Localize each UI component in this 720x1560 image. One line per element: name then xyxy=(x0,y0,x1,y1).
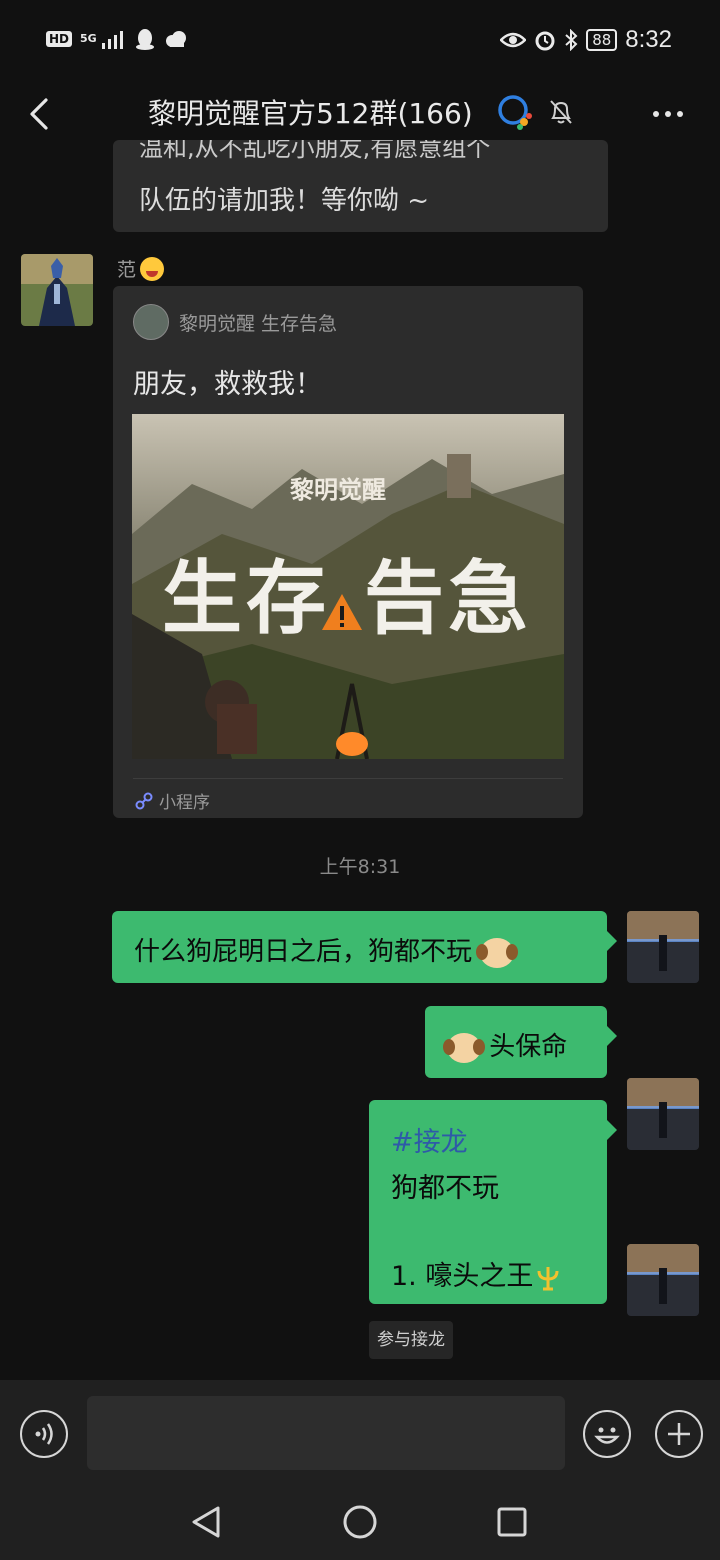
sender-name-text: 范 xyxy=(117,259,137,281)
message-text: 温和,从不乱吃小朋友,有愿意组个 xyxy=(139,140,491,162)
avatar[interactable] xyxy=(627,1244,699,1316)
mini-program-footer: 小程序 xyxy=(135,788,210,813)
network-type: 5G xyxy=(80,32,97,45)
avatar[interactable] xyxy=(21,254,93,326)
nav-home-icon[interactable] xyxy=(342,1504,378,1540)
sender-avatar-image xyxy=(21,254,93,326)
mini-program-name: 黎明觉醒 生存告急 xyxy=(179,312,338,335)
mini-program-message: 朋友，救救我！ xyxy=(133,369,322,400)
mini-program-header: 黎明觉醒 生存告急 xyxy=(133,304,337,340)
msg1-text: 什么狗屁明日之后，狗都不玩 xyxy=(134,937,473,967)
nav-back-icon[interactable] xyxy=(190,1504,224,1540)
message-bubble-received[interactable]: 温和,从不乱吃小朋友,有愿意组个 队伍的请加我！等你呦 ~ xyxy=(113,140,608,232)
timestamp: 上午8:31 xyxy=(319,856,401,878)
nav-recents-icon[interactable] xyxy=(496,1506,528,1538)
status-right: 88 8:32 xyxy=(500,26,672,54)
emoji-button[interactable] xyxy=(583,1410,631,1458)
card-divider xyxy=(133,778,563,779)
tongue-emoji-icon xyxy=(140,256,165,281)
dog-emoji-icon xyxy=(476,937,519,968)
mini-program-cover-image: 黎明觉醒 生存 告急 xyxy=(132,414,564,759)
cover-brand-text: 黎明觉醒 xyxy=(290,476,386,504)
chain-message-bubble[interactable]: #接龙 狗都不玩 1. 嚎头之王 xyxy=(369,1100,617,1304)
message-bubble-sent[interactable]: 什么狗屁明日之后，狗都不玩 xyxy=(112,911,617,983)
chain-entry: 1. 嚎头之王 xyxy=(391,1254,563,1293)
chain-entry-text: 1. 嚎头之王 xyxy=(391,1261,534,1292)
dog-emoji-icon xyxy=(443,1032,485,1063)
cover-title-right: 告急 xyxy=(364,552,532,645)
more-actions-button[interactable] xyxy=(655,1410,703,1458)
cloud-icon xyxy=(166,31,187,47)
plus-icon xyxy=(668,1423,690,1445)
avatar[interactable] xyxy=(627,911,699,983)
chain-hashtag[interactable]: #接龙 xyxy=(391,1120,468,1159)
clock: 8:32 xyxy=(625,26,672,53)
group-title: 黎明觉醒官方512群(166) xyxy=(148,97,473,130)
message-text: 头保命 xyxy=(443,1026,568,1063)
chat-header: 黎明觉醒官方512群(166) xyxy=(0,84,720,142)
eye-icon xyxy=(500,32,527,48)
alarm-icon xyxy=(535,31,555,51)
title-icons xyxy=(496,94,574,130)
mini-program-link-icon xyxy=(135,792,153,809)
mute-bell-icon xyxy=(550,100,572,124)
trident-emoji-icon xyxy=(537,1266,559,1290)
message-text: 什么狗屁明日之后，狗都不玩 xyxy=(134,931,519,968)
msg2-text: 头保命 xyxy=(489,1032,568,1062)
hd-badge: HD xyxy=(46,31,73,47)
status-bar: HD 5G 88 8:32 xyxy=(0,0,720,84)
back-arrow-icon[interactable] xyxy=(22,94,62,134)
qq-penguin-icon xyxy=(136,29,155,50)
bluetooth-icon xyxy=(565,29,578,51)
avatar[interactable] xyxy=(627,1078,699,1150)
my-avatar-image xyxy=(627,1078,699,1150)
my-avatar-image xyxy=(627,1244,699,1316)
message-bubble-sent[interactable]: 头保命 xyxy=(425,1006,617,1078)
message-input[interactable] xyxy=(87,1396,565,1470)
wecom-badge-icon xyxy=(498,95,532,130)
more-options-icon[interactable] xyxy=(650,94,690,134)
cover-title-left: 生存 xyxy=(162,552,330,645)
my-avatar-image xyxy=(627,911,699,983)
signal-icon xyxy=(102,31,124,49)
message-text: 队伍的请加我！等你呦 ~ xyxy=(139,186,430,216)
smiley-icon xyxy=(594,1427,620,1444)
mini-program-logo-icon xyxy=(133,304,169,340)
battery-indicator: 88 xyxy=(586,29,618,51)
mini-program-label: 小程序 xyxy=(159,793,210,813)
chain-topic: 狗都不玩 xyxy=(391,1173,499,1204)
sender-name: 范 xyxy=(117,255,165,282)
system-nav-bar xyxy=(0,1484,720,1560)
warning-triangle-icon xyxy=(322,594,362,630)
voice-icon xyxy=(35,1423,53,1445)
voice-input-button[interactable] xyxy=(20,1410,68,1458)
join-chain-button[interactable]: 参与接龙 xyxy=(369,1321,453,1359)
mini-program-card[interactable]: 黎明觉醒 生存告急 朋友，救救我！ 黎明觉醒 生存 告急 小程序 xyxy=(113,286,583,818)
status-left: HD 5G xyxy=(46,28,188,50)
